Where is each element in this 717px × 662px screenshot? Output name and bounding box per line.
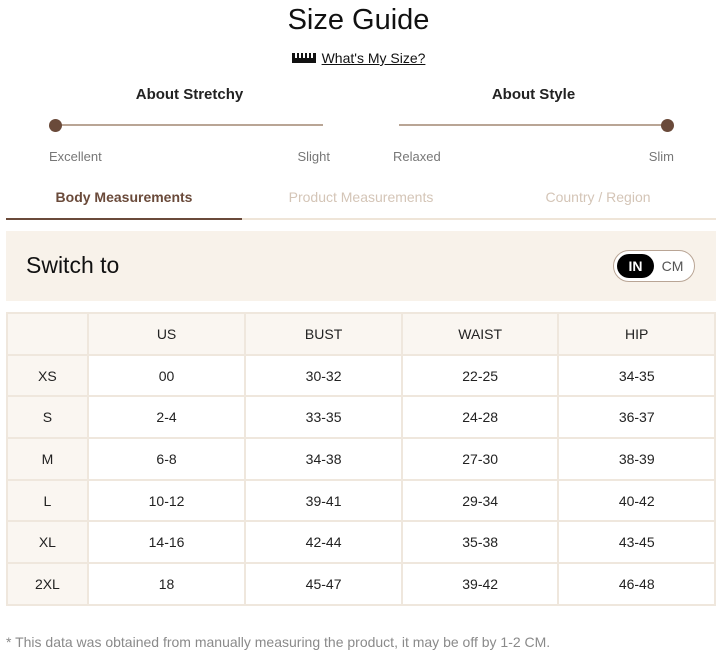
table-cell: 39-41 xyxy=(244,478,403,523)
stretchy-left-label: Excellent xyxy=(49,149,102,164)
table-row: M 6-8 34-38 27-30 38-39 xyxy=(6,437,716,481)
style-scale-track xyxy=(399,124,667,126)
table-cell: 45-47 xyxy=(244,562,403,606)
table-cell: 46-48 xyxy=(557,562,716,606)
whats-my-size-link[interactable]: What's My Size? xyxy=(322,50,426,66)
table-row: 2XL 18 45-47 39-42 46-48 xyxy=(6,562,716,606)
table-cell: 24-28 xyxy=(400,395,560,440)
style-right-label: Slim xyxy=(648,149,674,164)
unit-switch-bar: Switch to IN CM xyxy=(6,231,716,301)
table-row: S 2-4 33-35 24-28 36-37 xyxy=(6,395,716,440)
table-header-cell: US xyxy=(86,312,247,356)
tab-product-measurements[interactable]: Product Measurements xyxy=(243,189,479,220)
table-cell: 43-45 xyxy=(557,520,716,565)
measurement-tabs: Body Measurements Product Measurements C… xyxy=(6,189,716,220)
unit-option-in[interactable]: IN xyxy=(617,254,654,278)
table-cell: 39-42 xyxy=(400,562,560,606)
table-cell: 27-30 xyxy=(400,437,560,481)
table-cell: 35-38 xyxy=(400,520,560,565)
size-label-cell: L xyxy=(6,478,89,523)
table-cell: 36-37 xyxy=(557,395,716,440)
table-cell: 00 xyxy=(86,353,247,398)
table-header-cell: BUST xyxy=(244,312,403,356)
size-label-cell: 2XL xyxy=(6,562,89,606)
table-header-cell xyxy=(6,312,89,356)
table-cell: 40-42 xyxy=(557,478,716,523)
ruler-icon xyxy=(291,53,316,63)
table-cell: 33-35 xyxy=(244,395,403,440)
stretchy-right-label: Slight xyxy=(297,149,330,164)
table-cell: 2-4 xyxy=(86,395,247,440)
switch-label: Switch to xyxy=(26,252,120,278)
tab-country-region[interactable]: Country / Region xyxy=(480,189,716,220)
footnote: * This data was obtained from manually m… xyxy=(6,634,551,650)
stretchy-scale-marker xyxy=(49,119,62,132)
unit-option-cm[interactable]: CM xyxy=(654,254,691,278)
table-cell: 34-38 xyxy=(244,437,403,481)
page-title: Size Guide xyxy=(287,4,430,36)
table-cell: 34-35 xyxy=(557,353,716,398)
table-header-cell: HIP xyxy=(557,312,716,356)
size-label-cell: XL xyxy=(6,520,89,565)
table-row: XL 14-16 42-44 35-38 43-45 xyxy=(6,520,716,565)
size-table: US BUST WAIST HIP XS 00 30-32 22-25 34-3… xyxy=(6,312,716,606)
table-cell: 10-12 xyxy=(86,478,247,523)
table-header-row: US BUST WAIST HIP xyxy=(6,312,716,356)
table-cell: 30-32 xyxy=(244,353,403,398)
table-row: L 10-12 39-41 29-34 40-42 xyxy=(6,478,716,523)
size-label-cell: M xyxy=(6,437,89,481)
tab-body-measurements[interactable]: Body Measurements xyxy=(6,189,242,220)
table-cell: 18 xyxy=(86,562,247,606)
unit-toggle[interactable]: IN CM xyxy=(613,250,695,282)
whats-my-size-link-row: What's My Size? xyxy=(0,50,717,66)
table-cell: 38-39 xyxy=(557,437,716,481)
table-header-cell: WAIST xyxy=(400,312,560,356)
table-row: XS 00 30-32 22-25 34-35 xyxy=(6,353,716,398)
style-scale-title: About Style xyxy=(491,86,576,103)
table-cell: 22-25 xyxy=(400,353,560,398)
stretchy-scale-title: About Stretchy xyxy=(135,86,244,103)
table-cell: 42-44 xyxy=(244,520,403,565)
table-cell: 29-34 xyxy=(400,478,560,523)
style-left-label: Relaxed xyxy=(393,149,441,164)
stretchy-scale-track xyxy=(55,124,323,126)
table-cell: 14-16 xyxy=(86,520,247,565)
style-scale-marker xyxy=(661,119,674,132)
size-label-cell: S xyxy=(6,395,89,440)
table-cell: 6-8 xyxy=(86,437,247,481)
size-label-cell: XS xyxy=(6,353,89,398)
